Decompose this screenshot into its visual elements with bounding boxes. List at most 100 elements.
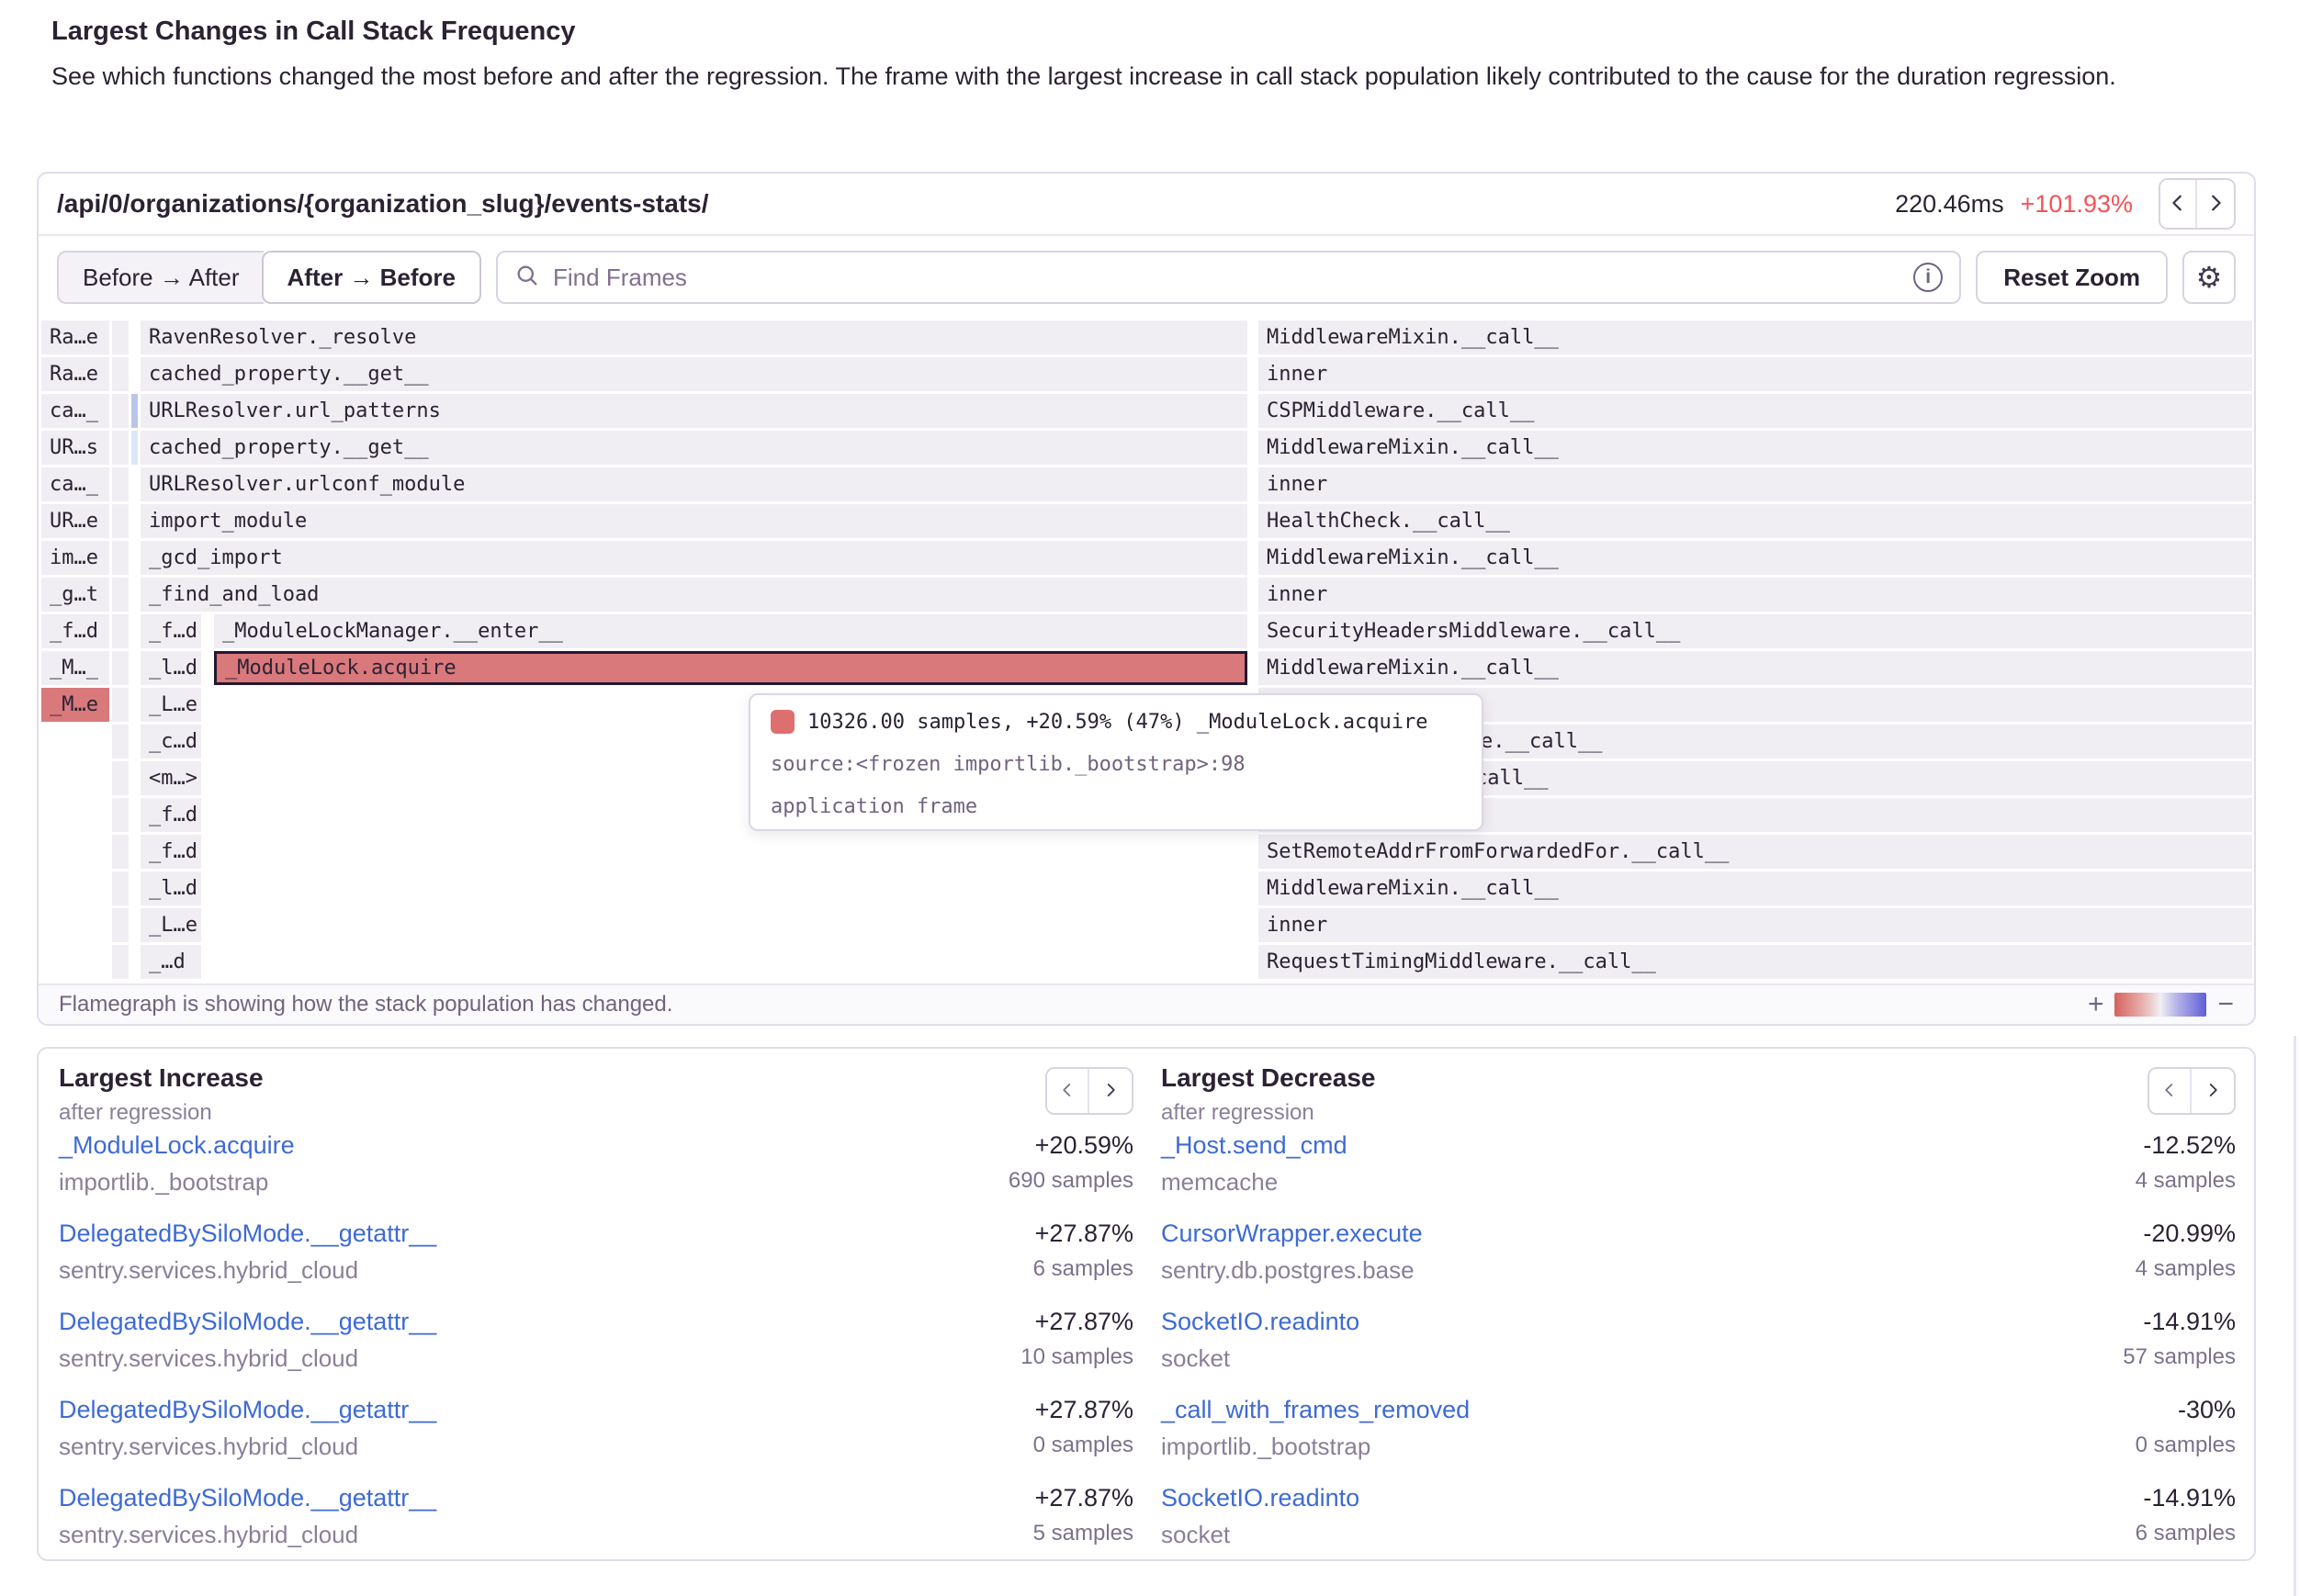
flame-frame-cell[interactable]	[112, 614, 129, 648]
function-name-link[interactable]: DelegatedBySiloMode.__getattr__	[59, 1396, 436, 1424]
flame-frame-cell[interactable]: MiddlewareMixin.__call__	[1258, 320, 2252, 354]
next-endpoint-button[interactable]	[2197, 180, 2234, 228]
flame-frame-cell[interactable]: _find_and_load	[141, 578, 1247, 612]
flame-frame-cell[interactable]: Ra…e	[41, 320, 109, 354]
flame-frame-cell[interactable]	[112, 688, 129, 722]
flame-frame-cell[interactable]: _f…d	[141, 835, 201, 869]
flame-frame-cell[interactable]: _f…d	[41, 614, 109, 648]
flame-frame-cell[interactable]	[112, 357, 129, 391]
increase-prev-button[interactable]	[1047, 1069, 1089, 1113]
flame-frame-cell[interactable]: import_module	[141, 504, 1247, 538]
flame-frame-cell[interactable]: HealthCheck.__call__	[1258, 504, 2252, 538]
flame-frame-cell[interactable]: SetRemoteAddrFromForwardedFor.__call__	[1258, 835, 2252, 869]
flame-frame-cell[interactable]: RequestTimingMiddleware.__call__	[1258, 945, 2252, 979]
reset-zoom-button[interactable]: Reset Zoom	[1976, 251, 2168, 304]
flame-frame-cell[interactable]	[112, 908, 129, 942]
largest-decrease-title: Largest Decrease	[1161, 1063, 2236, 1093]
flame-frame-cell[interactable]: _ModuleLockManager.__enter__	[214, 614, 1247, 648]
status-text: Flamegraph is showing how the stack popu…	[59, 992, 672, 1017]
flame-frame-cell[interactable]	[112, 578, 129, 612]
flame-frame-cell[interactable]: SecurityHeadersMiddleware.__call__	[1258, 614, 2252, 648]
flame-frame-cell[interactable]: cached_property.__get__	[141, 357, 1247, 391]
settings-button[interactable]: ⚙	[2182, 251, 2236, 304]
flame-frame-cell[interactable]	[112, 541, 129, 575]
flame-frame-cell[interactable]: _g…t	[41, 578, 109, 612]
function-name-link[interactable]: DelegatedBySiloMode.__getattr__	[59, 1484, 436, 1512]
flame-frame-cell[interactable]: cached_property.__get__	[141, 431, 1247, 465]
flame-frame-cell[interactable]: <m…>	[141, 761, 201, 795]
increase-next-button[interactable]	[1089, 1069, 1132, 1113]
flame-frame-cell[interactable]	[112, 651, 129, 685]
flame-frame-cell[interactable]: _…d	[141, 945, 201, 979]
flame-frame-cell[interactable]	[112, 504, 129, 538]
flame-frame-cell[interactable]: inner	[1258, 357, 2252, 391]
toggle-before-after[interactable]: Before → After	[57, 251, 264, 304]
flame-frame-cell[interactable]	[131, 431, 138, 465]
info-icon[interactable]: i	[1913, 263, 1943, 292]
flame-frame-cell[interactable]	[112, 431, 129, 465]
flame-frame-cell[interactable]: _M…e	[41, 688, 109, 722]
flame-frame-cell[interactable]	[112, 835, 129, 869]
flame-frame-cell[interactable]: _l…d	[141, 871, 201, 905]
flame-frame-cell[interactable]: URLResolver.urlconf_module	[141, 467, 1247, 501]
flame-frame-cell[interactable]	[112, 945, 129, 979]
flame-frame-cell[interactable]: _L…e	[141, 688, 201, 722]
flame-frame-cell[interactable]: MiddlewareMixin.__call__	[1258, 871, 2252, 905]
flame-frame-cell[interactable]: RavenResolver._resolve	[141, 320, 1247, 354]
flame-frame-cell[interactable]: MiddlewareMixin.__call__	[1258, 431, 2252, 465]
flamegraph-statusbar: Flamegraph is showing how the stack popu…	[39, 983, 2254, 1024]
function-name-link[interactable]: _ModuleLock.acquire	[59, 1131, 295, 1160]
flame-frame-cell[interactable]: _M…_	[41, 651, 109, 685]
prev-endpoint-button[interactable]	[2160, 180, 2197, 228]
flame-frame-cell[interactable]: inner	[1258, 467, 2252, 501]
flame-frame-cell[interactable]: inner	[1258, 578, 2252, 612]
flame-frame-cell[interactable]	[112, 761, 129, 795]
flame-frame-cell[interactable]	[112, 320, 129, 354]
increase-list-item: _ModuleLock.acquireimportlib._bootstrap+…	[59, 1128, 1133, 1216]
toggle-after-before[interactable]: After → Before	[262, 251, 481, 304]
flame-frame-cell[interactable]: _f…d	[141, 614, 201, 648]
find-frames-input[interactable]	[553, 264, 1900, 292]
flame-frame-cell[interactable]: _f…d	[141, 798, 201, 832]
flame-frame-cell[interactable]	[112, 871, 129, 905]
flame-frame-cell[interactable]: _gcd_import	[141, 541, 1247, 575]
function-module: sentry.services.hybrid_cloud	[59, 1433, 358, 1461]
decrease-next-button[interactable]	[2192, 1069, 2234, 1113]
decrease-prev-button[interactable]	[2149, 1069, 2192, 1113]
flame-frame-cell-selected[interactable]: _ModuleLock.acquire	[214, 651, 1247, 685]
sample-count: 10 samples	[1020, 1344, 1133, 1370]
function-name-link[interactable]: DelegatedBySiloMode.__getattr__	[59, 1219, 436, 1248]
flame-frame-cell[interactable]: ca…_	[41, 394, 109, 428]
flame-frame-cell[interactable]: MiddlewareMixin.__call__	[1258, 651, 2252, 685]
page-scrollbar[interactable]	[2294, 1036, 2296, 1596]
function-name-link[interactable]: DelegatedBySiloMode.__getattr__	[59, 1308, 436, 1336]
decrease-list-item: SocketIO.readintosocket-14.91%57 samples	[1161, 1304, 2236, 1392]
flame-frame-cell[interactable]: UR…s	[41, 431, 109, 465]
flame-frame-cell[interactable]: im…e	[41, 541, 109, 575]
flame-frame-cell[interactable]	[131, 394, 138, 428]
flame-frame-cell[interactable]: CSPMiddleware.__call__	[1258, 394, 2252, 428]
flame-frame-cell[interactable]: _l…d	[141, 651, 201, 685]
flame-frame-cell[interactable]: inner	[1258, 908, 2252, 942]
function-name-link[interactable]: _call_with_frames_removed	[1161, 1396, 1470, 1424]
flame-frame-cell[interactable]: Ra…e	[41, 357, 109, 391]
flame-frame-cell[interactable]	[112, 394, 129, 428]
flame-frame-cell[interactable]: _c…d	[141, 725, 201, 759]
function-name-link[interactable]: CursorWrapper.execute	[1161, 1219, 1423, 1248]
flame-frame-cell[interactable]: URLResolver.url_patterns	[141, 394, 1247, 428]
function-name-link[interactable]: SocketIO.readinto	[1161, 1484, 1359, 1512]
flame-frame-cell[interactable]: UR…e	[41, 504, 109, 538]
flame-frame-cell[interactable]	[112, 725, 129, 759]
change-percent: -14.91%	[2143, 1308, 2236, 1336]
flamegraph-canvas[interactable]: RequestTimingMiddleware.__call__ _…d inner…	[39, 319, 2254, 983]
flame-frame-cell[interactable]: MiddlewareMixin.__call__	[1258, 541, 2252, 575]
function-name-link[interactable]: _Host.send_cmd	[1161, 1131, 1347, 1160]
flame-frame-cell[interactable]: _L…e	[141, 908, 201, 942]
flame-frame-cell[interactable]: ca…_	[41, 467, 109, 501]
flame-frame-cell[interactable]	[112, 798, 129, 832]
find-frames-searchbox[interactable]: i	[496, 251, 1961, 304]
gear-icon: ⚙	[2196, 260, 2223, 295]
function-name-link[interactable]: SocketIO.readinto	[1161, 1308, 1359, 1336]
flame-frame-cell[interactable]	[112, 467, 129, 501]
sample-count: 0 samples	[2136, 1433, 2236, 1458]
